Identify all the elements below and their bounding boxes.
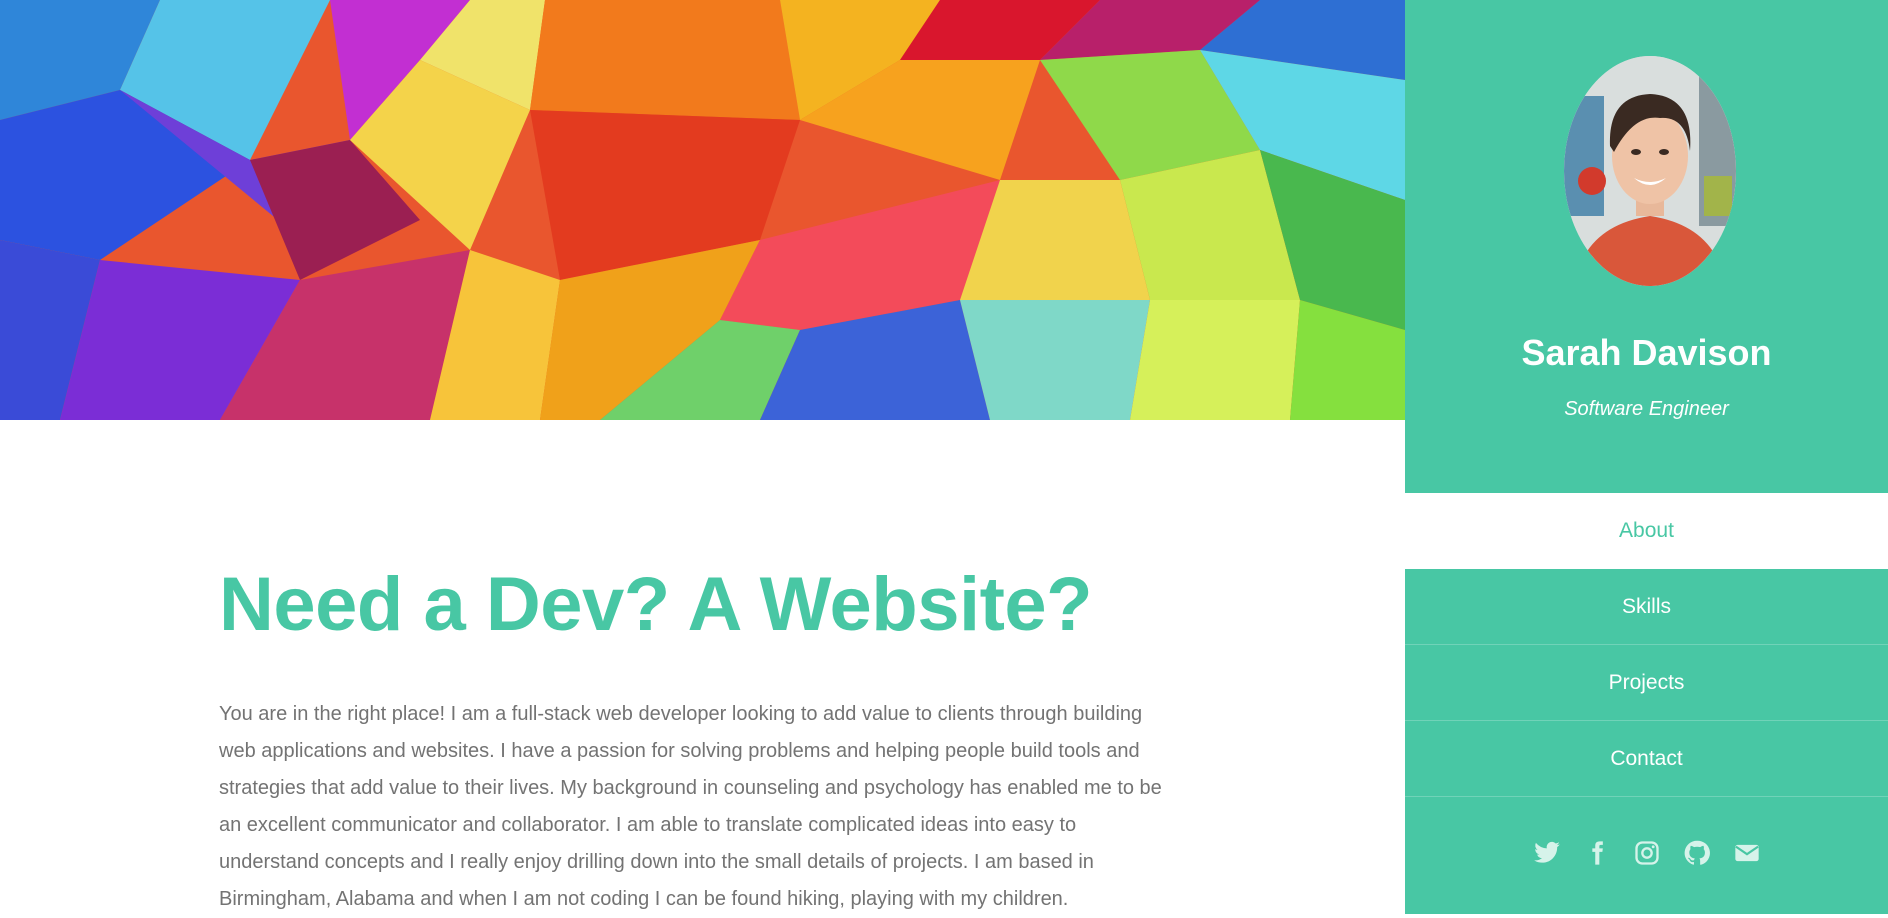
header-banner-image <box>0 0 1405 420</box>
low-poly-pattern <box>0 0 1405 420</box>
profile-role: Software Engineer <box>1564 398 1729 420</box>
instagram-icon[interactable] <box>1632 838 1662 868</box>
about-section: Need a Dev? A Website? You are in the ri… <box>219 560 1179 918</box>
about-paragraph: You are in the right place! I am a full-… <box>219 703 1162 910</box>
envelope-icon[interactable] <box>1732 838 1762 868</box>
avatar-photo <box>1564 56 1736 286</box>
sidebar-nav: About Skills Projects Contact <box>1405 493 1888 797</box>
avatar <box>1564 56 1736 286</box>
nav-item-projects[interactable]: Projects <box>1405 645 1888 721</box>
twitter-icon[interactable] <box>1532 838 1562 868</box>
nav-item-about[interactable]: About <box>1405 493 1888 569</box>
github-icon[interactable] <box>1682 838 1712 868</box>
sidebar: Sarah Davison Software Engineer About Sk… <box>1405 0 1888 914</box>
profile-name: Sarah Davison <box>1521 332 1772 373</box>
nav-item-skills[interactable]: Skills <box>1405 569 1888 645</box>
facebook-icon[interactable] <box>1582 838 1612 868</box>
nav-item-contact[interactable]: Contact <box>1405 721 1888 797</box>
about-headline: Need a Dev? A Website? <box>219 562 1093 647</box>
social-links <box>1405 838 1888 868</box>
